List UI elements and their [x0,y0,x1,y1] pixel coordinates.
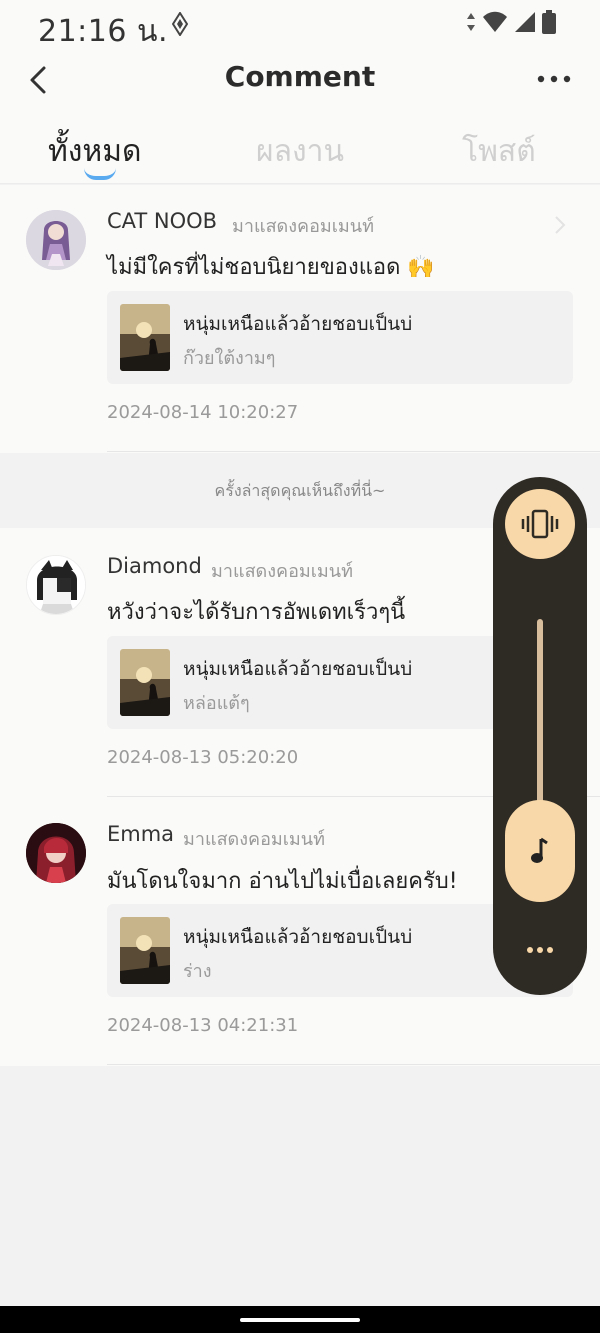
music-note-icon [531,837,548,863]
comment-username[interactable]: CAT NOOB [107,209,217,233]
divider [107,1064,600,1065]
comment-timestamp: 2024-08-13 05:20:20 [107,747,299,768]
cellular-signal-icon [514,11,536,37]
more-dots-icon [537,75,571,83]
comment-action-label: มาแสดงคอมเมนท์ [211,561,353,582]
comment-action-label: มาแสดงคอมเมนท์ [183,829,325,850]
avatar[interactable] [26,823,86,883]
story-title: หนุ่มเหนือแล้วอ้ายชอบเป็นบ่ [183,313,413,335]
story-subtitle: ร่าง [183,961,212,982]
wifi-icon [482,11,508,37]
battery-icon [542,10,556,38]
more-dots-icon [527,947,553,953]
comment-item[interactable]: CAT NOOB มาแสดงคอมเมนท์ ไม่มีใครที่ไม่ชอ… [0,185,600,453]
volume-panel [493,477,587,995]
story-title: หนุ่มเหนือแล้วอ้ายชอบเป็นบ่ [183,926,413,948]
app-bar: Comment [0,50,600,110]
volume-slider-track[interactable] [537,619,543,809]
comment-text: มันโดนใจมาก อ่านไปไม่เบื่อเลยครับ! [107,869,458,894]
comment-username[interactable]: Diamond [107,554,202,578]
tab-works[interactable]: ผลงาน [256,128,344,175]
avatar[interactable] [26,210,86,270]
avatar[interactable] [26,555,86,615]
tab-posts[interactable]: โพสต์ [462,128,536,175]
status-time: 21:16 น. [38,14,169,49]
story-subtitle: หล่อแต้ๆ [183,693,250,714]
referenced-story-card[interactable]: หนุ่มเหนือแล้วอ้ายชอบเป็นบ่ ก๊วยใต้งามๆ [107,291,573,384]
comment-username[interactable]: Emma [107,822,174,846]
active-tab-indicator [84,168,116,180]
comment-timestamp: 2024-08-14 10:20:27 [107,402,299,423]
more-options-button[interactable] [536,64,572,94]
ringer-mode-button[interactable] [505,489,575,559]
story-thumbnail [120,649,170,716]
page-title: Comment [224,60,376,93]
tab-bar: ทั้งหมด ผลงาน โพสต์ [0,110,600,184]
story-subtitle: ก๊วยใต้งามๆ [183,348,276,369]
vibrate-icon [521,509,559,539]
comment-action-label: มาแสดงคอมเมนท์ [232,216,374,237]
comment-timestamp: 2024-08-13 04:21:31 [107,1015,299,1036]
volume-more-button[interactable] [520,932,560,968]
comment-text: หวังว่าจะได้รับการอัพเดทเร็วๆนี้ [107,600,406,625]
volume-slider-thumb[interactable] [505,800,575,902]
comment-text: ไม่มีใครที่ไม่ชอบนิยายของแอด 🙌 [107,255,435,280]
story-thumbnail [120,917,170,984]
location-diamond-icon [171,11,189,40]
status-bar: 21:16 น. [0,0,600,50]
chevron-right-icon[interactable] [554,215,566,239]
divider [107,451,600,452]
data-arrows-icon [466,12,476,36]
story-title: หนุ่มเหนือแล้วอ้ายชอบเป็นบ่ [183,658,413,680]
system-nav-bar [0,1306,600,1333]
status-icons [466,10,556,38]
story-thumbnail [120,304,170,371]
home-gesture-handle[interactable] [240,1318,360,1322]
